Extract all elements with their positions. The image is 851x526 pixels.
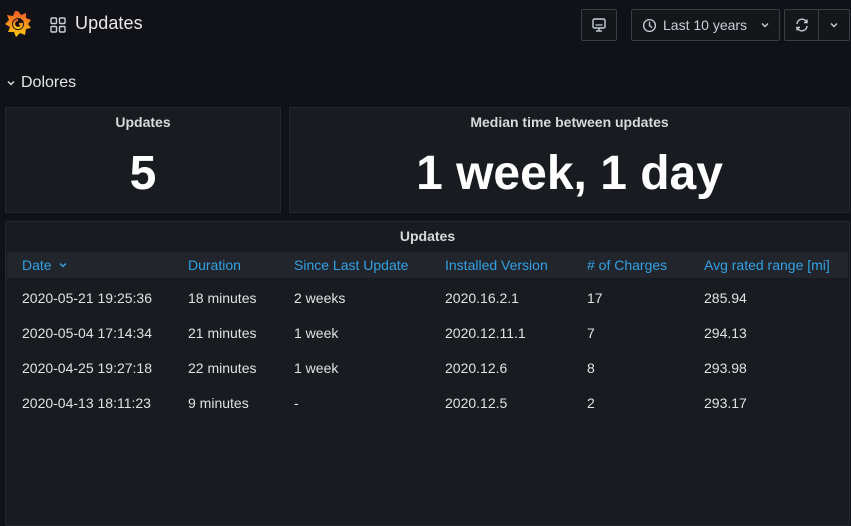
chevron-down-icon bbox=[761, 23, 769, 28]
stat-value: 5 bbox=[129, 147, 157, 200]
cell-since-last-update: - bbox=[294, 395, 299, 411]
cell-since-last-update: 1 week bbox=[294, 360, 339, 376]
chevron-down-icon bbox=[830, 23, 838, 28]
tv-monitor-icon bbox=[592, 18, 606, 32]
cell-installed-version: 2020.16.2.1 bbox=[445, 290, 519, 306]
cell-avg-rated-range: 293.17 bbox=[704, 395, 747, 411]
top-navbar: Updates Last 10 years bbox=[0, 0, 851, 50]
cell-avg-rated-range: 294.13 bbox=[704, 325, 747, 341]
column-header-avg-rated-range[interactable]: Avg rated range [mi] bbox=[704, 257, 830, 273]
cell-avg-rated-range: 285.94 bbox=[704, 290, 747, 306]
cell-since-last-update: 1 week bbox=[294, 325, 339, 341]
cell-duration: 21 minutes bbox=[188, 325, 257, 341]
row-collapse-toggle[interactable]: Dolores bbox=[6, 72, 76, 94]
panel-title[interactable]: Updates bbox=[6, 114, 280, 130]
panel-title[interactable]: Median time between updates bbox=[290, 114, 849, 130]
cell-charges: 2 bbox=[587, 395, 595, 411]
refresh-icon bbox=[795, 18, 808, 32]
cell-date: 2020-04-25 19:27:18 bbox=[22, 360, 152, 376]
cell-installed-version: 2020.12.6 bbox=[445, 360, 508, 376]
time-range-label: Last 10 years bbox=[663, 17, 748, 33]
grafana-logo[interactable] bbox=[4, 9, 32, 39]
cell-date: 2020-05-21 19:25:36 bbox=[22, 290, 152, 306]
cell-avg-rated-range: 293.98 bbox=[704, 360, 747, 376]
column-header-installed-version[interactable]: Installed Version bbox=[445, 257, 548, 273]
cell-duration: 22 minutes bbox=[188, 360, 257, 376]
refresh-button[interactable] bbox=[784, 9, 819, 41]
cell-duration: 9 minutes bbox=[188, 395, 249, 411]
refresh-interval-dropdown[interactable] bbox=[818, 9, 850, 41]
table-row: 2020-04-25 19:27:18 22 minutes 1 week 20… bbox=[7, 350, 848, 385]
cell-installed-version: 2020.12.11.1 bbox=[445, 325, 526, 341]
cell-installed-version: 2020.12.5 bbox=[445, 395, 508, 411]
table-row: 2020-04-13 18:11:23 9 minutes - 2020.12.… bbox=[7, 385, 848, 420]
time-range-picker[interactable]: Last 10 years bbox=[631, 9, 780, 41]
clock-icon bbox=[642, 18, 657, 32]
cell-charges: 7 bbox=[587, 325, 595, 341]
updates-count-panel: Updates 5 bbox=[5, 107, 281, 213]
cell-date: 2020-04-13 18:11:23 bbox=[22, 395, 151, 411]
page-title[interactable]: Updates bbox=[75, 13, 143, 34]
cell-duration: 18 minutes bbox=[188, 290, 257, 306]
apps-grid-icon[interactable] bbox=[50, 17, 66, 33]
table-header: Date Duration Since Last Update Installe… bbox=[7, 252, 848, 278]
column-header-charges[interactable]: # of Charges bbox=[587, 257, 667, 273]
cell-charges: 17 bbox=[587, 290, 603, 306]
column-header-since-last-update[interactable]: Since Last Update bbox=[294, 257, 408, 273]
median-time-panel: Median time between updates 1 week, 1 da… bbox=[289, 107, 850, 213]
row-title: Dolores bbox=[21, 74, 77, 91]
chevron-down-icon bbox=[7, 80, 15, 86]
cell-charges: 8 bbox=[587, 360, 595, 376]
sort-desc-icon bbox=[59, 262, 67, 268]
table-row: 2020-05-04 17:14:34 21 minutes 1 week 20… bbox=[7, 315, 848, 350]
column-header-duration[interactable]: Duration bbox=[188, 257, 241, 273]
updates-table-panel: Updates Date Duration Since Last Update … bbox=[5, 221, 850, 526]
stat-value: 1 week, 1 day bbox=[416, 147, 723, 200]
panel-title[interactable]: Updates bbox=[6, 228, 849, 244]
tv-mode-button[interactable] bbox=[581, 9, 617, 41]
cell-date: 2020-05-04 17:14:34 bbox=[22, 325, 152, 341]
column-header-label: Date bbox=[22, 257, 52, 273]
table-row: 2020-05-21 19:25:36 18 minutes 2 weeks 2… bbox=[7, 280, 848, 315]
column-header-date[interactable]: Date bbox=[22, 257, 68, 273]
cell-since-last-update: 2 weeks bbox=[294, 290, 346, 306]
